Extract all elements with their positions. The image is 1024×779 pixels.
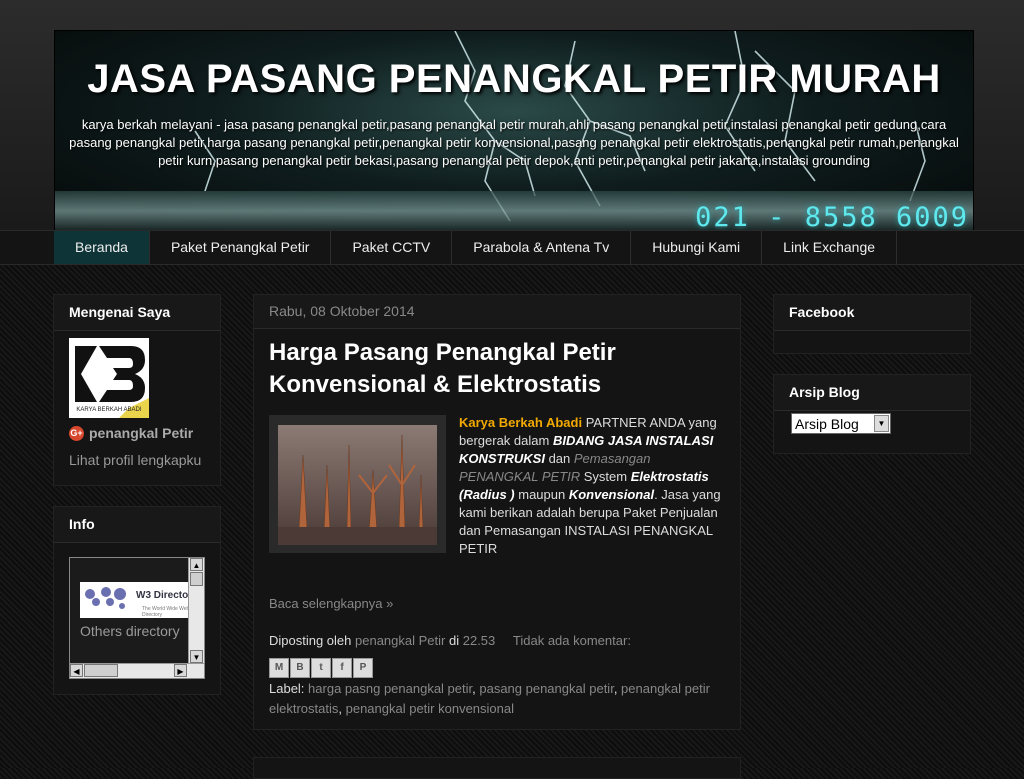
label-link[interactable]: harga pasng penangkal petir (308, 681, 472, 696)
share-buttons: M B t f P (269, 658, 374, 678)
at-label: di (448, 633, 460, 648)
horizontal-scrollbar[interactable]: ◀ ▶ (70, 663, 204, 678)
lightning-rod-photo-icon (269, 415, 446, 553)
nav-tabs: Beranda Paket Penangkal Petir Paket CCTV… (54, 231, 898, 264)
post-title[interactable]: Harga Pasang Penangkal Petir Konvensiona… (269, 337, 709, 401)
label-link[interactable]: penangkal petir konvensional (346, 701, 514, 716)
facebook-title: Facebook (774, 295, 970, 331)
blog-title[interactable]: JASA PASANG PENANGKAL PETIR MURAH (55, 57, 973, 102)
body-bold-3: Konvensional (568, 487, 655, 502)
about-me-gadget: Mengenai Saya KARYA BERKAH ABADI G+ pena… (53, 294, 221, 486)
twitter-icon[interactable]: t (311, 658, 331, 678)
scroll-h-thumb[interactable] (84, 664, 118, 677)
logo-caption: KARYA BERKAH ABADI (76, 407, 142, 413)
post-footer: Diposting oleh penangkal Petir di 22.53 … (269, 633, 631, 648)
scroll-thumb[interactable] (190, 572, 203, 586)
scroll-up-icon[interactable]: ▲ (190, 558, 203, 571)
read-more-link[interactable]: Baca selengkapnya » (269, 596, 393, 611)
brand-name[interactable]: Karya Berkah Abadi (459, 415, 582, 430)
directory-frame[interactable]: W3 Directo The World Wide Web Directory … (69, 557, 205, 679)
facebook-icon[interactable]: f (332, 658, 352, 678)
tab-paket-penangkal-petir[interactable]: Paket Penangkal Petir (150, 231, 332, 264)
info-title: Info (54, 507, 220, 543)
pinterest-icon[interactable]: P (353, 658, 373, 678)
tab-parabola-antena[interactable]: Parabola & Antena Tv (452, 231, 632, 264)
tab-link-exchange[interactable]: Link Exchange (762, 231, 898, 264)
archive-select-value: Arsip Blog (795, 416, 859, 432)
google-plus-icon: G+ (69, 426, 84, 441)
blog-post: Rabu, 08 Oktober 2014 Harga Pasang Penan… (253, 294, 741, 730)
vertical-scrollbar[interactable]: ▲ ▼ (188, 558, 204, 664)
w3-directory-banner[interactable]: W3 Directo The World Wide Web Directory (80, 582, 190, 618)
scroll-right-icon[interactable]: ▶ (174, 664, 187, 677)
archive-gadget: Arsip Blog Arsip Blog ▼ (773, 374, 971, 454)
profile-logo[interactable]: KARYA BERKAH ABADI (69, 338, 149, 418)
label-link[interactable]: pasang penangkal petir (479, 681, 613, 696)
archive-title: Arsip Blog (774, 375, 970, 411)
author-link[interactable]: penangkal Petir (355, 633, 445, 648)
body-text-3: System (580, 469, 631, 484)
scroll-left-icon[interactable]: ◀ (70, 664, 83, 677)
archive-select[interactable]: Arsip Blog ▼ (791, 413, 891, 434)
post-time-link[interactable]: 22.53 (463, 633, 496, 648)
chevron-down-icon[interactable]: ▼ (874, 415, 889, 432)
view-profile-link[interactable]: Lihat profil lengkapku (69, 452, 201, 468)
kb-logo-icon (69, 338, 149, 418)
blog-header: JASA PASANG PENANGKAL PETIR MURAH karya … (54, 30, 974, 232)
tab-paket-cctv[interactable]: Paket CCTV (331, 231, 453, 264)
facebook-gadget: Facebook (773, 294, 971, 354)
body-text-2: dan (544, 451, 574, 466)
blogger-icon[interactable]: B (290, 658, 310, 678)
w3-banner-text: W3 Directo (136, 590, 189, 601)
phone-number: 021 - 8558 6009 (695, 202, 969, 232)
next-post-container (253, 757, 741, 779)
info-gadget: Info W3 Directo The World Wide Web Direc… (53, 506, 221, 695)
post-body: Karya Berkah Abadi PARTNER ANDA yang ber… (459, 414, 729, 558)
tab-beranda[interactable]: Beranda (54, 231, 150, 264)
post-labels: Label: harga pasng penangkal petir, pasa… (269, 681, 710, 716)
email-icon[interactable]: M (269, 658, 289, 678)
w3-banner-subtext: The World Wide Web Directory (142, 606, 190, 618)
tab-hubungi-kami[interactable]: Hubungi Kami (631, 231, 763, 264)
comments-link[interactable]: Tidak ada komentar: (513, 633, 631, 648)
labels-prefix: Label: (269, 681, 305, 696)
others-directory-text[interactable]: Others directory (80, 622, 180, 640)
profile-name[interactable]: penangkal Petir (89, 425, 193, 441)
blog-description: karya berkah melayani - jasa pasang pena… (69, 117, 959, 168)
body-text-4: maupun (514, 487, 569, 502)
post-image[interactable] (269, 415, 446, 553)
world-map-icon (80, 582, 130, 618)
post-date: Rabu, 08 Oktober 2014 (254, 295, 740, 329)
nav-bar: Beranda Paket Penangkal Petir Paket CCTV… (0, 230, 1024, 265)
about-me-title: Mengenai Saya (54, 295, 220, 331)
scroll-down-icon[interactable]: ▼ (190, 650, 203, 663)
posted-by-label: Diposting oleh (269, 633, 352, 648)
